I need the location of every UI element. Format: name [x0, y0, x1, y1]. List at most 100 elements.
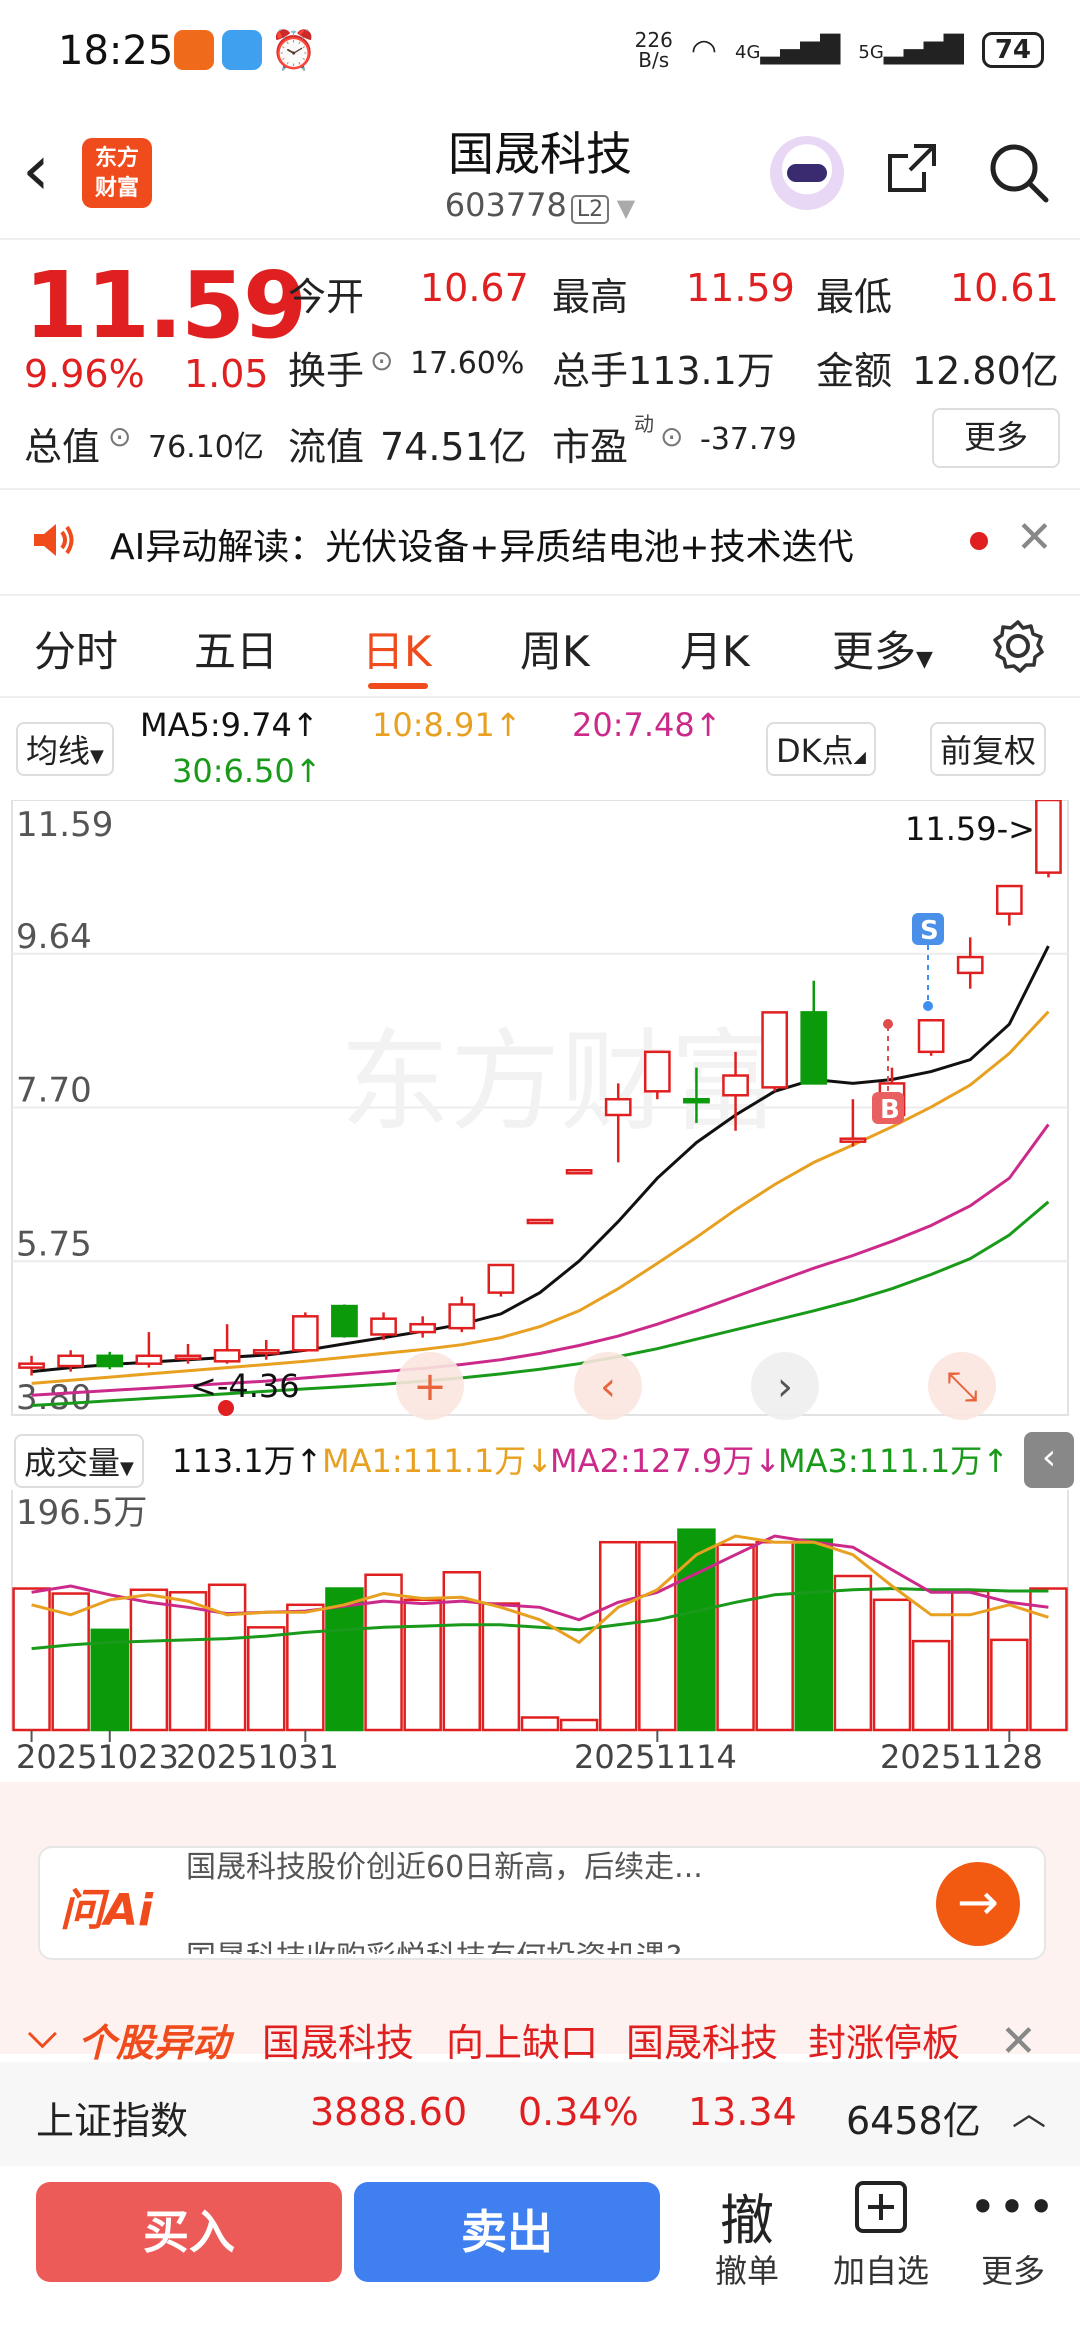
add-watchlist-label[interactable]: 加自选: [826, 2246, 936, 2292]
tab-intraday[interactable]: 分时: [34, 618, 118, 679]
candle-up: [839, 1137, 867, 1143]
total-cap-label: 总值: [24, 425, 101, 469]
status-time: 18:25: [58, 28, 174, 74]
pe-superscript: 动: [634, 412, 654, 436]
ma10-value: 10:8.91↑: [372, 706, 522, 744]
open-label: 今开: [288, 275, 365, 319]
volume-top-label: 196.5万: [16, 1493, 147, 1533]
collapse-panel-icon[interactable]: ‹: [1024, 1432, 1074, 1488]
signal-4g-icon: 4G▂▄▆█: [735, 35, 841, 65]
wifi-icon: ◠: [690, 32, 718, 68]
volume-bar-up: [129, 1588, 169, 1732]
vol-ma3-value: MA3:111.1万↑: [778, 1442, 1010, 1480]
candle-down: [331, 1304, 358, 1338]
expand-up-icon[interactable]: ︿: [1012, 2086, 1046, 2135]
tab-monthly-k[interactable]: 月K: [680, 618, 750, 679]
ma30-line: [31, 1200, 1050, 1407]
dk-point-button[interactable]: DK点◢: [766, 722, 876, 776]
search-icon[interactable]: [986, 140, 1050, 204]
signal-5g-icon: 5G▂▄▆█: [858, 35, 964, 65]
index-value: 3888.60: [310, 2090, 468, 2134]
candlestick-chart[interactable]: 11.59 9.64 7.70 5.75 3.80 东方财富 11.59-> <-4.36 S B…: [0, 800, 1080, 1440]
tab-more[interactable]: 更多▼: [832, 618, 933, 679]
ai-assistant-icon[interactable]: [770, 136, 844, 210]
ai-interpretation-banner[interactable]: AI异动解读：光伏设备+异质结电池+技术迭代: [0, 490, 1080, 590]
info-icon[interactable]: ⊙: [660, 420, 683, 453]
index-ticker-bar[interactable]: 上证指数 3888.60 0.34% 13.34 6458亿 ︿: [0, 2062, 1080, 2166]
add-watchlist-icon[interactable]: [826, 2180, 936, 2238]
candle-up: [1035, 800, 1062, 874]
movement-tag[interactable]: 封涨停板: [808, 2012, 960, 2067]
volume-bar-up: [638, 1540, 677, 1732]
buy-signal-dot: [883, 1019, 893, 1029]
active-tab-indicator: [368, 683, 428, 689]
candle-up: [213, 1349, 241, 1363]
ask-ai-questions[interactable]: 国晟科技股价创近60日新高，后续走... 国晟科技收购彩悦科技有何投资机遇?: [180, 1848, 920, 1954]
volume-selector[interactable]: 成交量▼: [14, 1434, 144, 1488]
sell-signal-dot: [923, 1001, 933, 1011]
status-bar: 18:25 ⏰ 226 B/s ◠ 4G▂▄▆█ 5G▂▄▆█ 74: [0, 0, 1080, 100]
total-cap-value: 76.10亿: [148, 430, 264, 465]
ask-question[interactable]: 国晟科技股价创近60日新高，后续走...: [186, 1848, 703, 1886]
watermark: 东方财富: [340, 1018, 780, 1146]
volume-bar-up: [598, 1540, 638, 1732]
tab-daily-k[interactable]: 日K: [362, 618, 432, 679]
open-value: 10.67: [420, 266, 529, 310]
ma5-value: MA5:9.74↑: [140, 706, 319, 744]
settings-gear-icon[interactable]: [990, 618, 1046, 674]
volume-bar-down: [794, 1538, 834, 1732]
ask-submit-arrow-icon[interactable]: →: [936, 1862, 1020, 1946]
close-icon[interactable]: ✕: [1016, 512, 1053, 563]
cancel-order-icon[interactable]: 撤: [692, 2176, 802, 2255]
forward-adjust-button[interactable]: 前复权: [930, 722, 1047, 776]
more-dots-icon[interactable]: •••: [958, 2180, 1068, 2234]
movement-stock[interactable]: 国晟科技: [262, 2012, 414, 2067]
change-amount: 1.05: [184, 352, 269, 396]
volume-bar-up: [520, 1716, 560, 1732]
sell-signal-text: S: [920, 916, 939, 946]
buy-button[interactable]: 买入: [36, 2182, 342, 2282]
candle-up: [252, 1349, 280, 1355]
pe-label: 市盈: [552, 425, 629, 469]
ask-question[interactable]: 国晟科技收购彩悦科技有何投资机遇?: [186, 1932, 682, 1954]
candle-up: [722, 1074, 749, 1097]
close-icon[interactable]: ✕: [1000, 2016, 1037, 2067]
stock-header: ‹ 东方财富 国晟科技 603778 L2 ▼: [0, 110, 1080, 240]
ma-selector[interactable]: 均线▼: [16, 722, 114, 776]
high-label: 最高: [552, 275, 629, 319]
info-icon[interactable]: ⊙: [370, 344, 393, 377]
share-icon[interactable]: [884, 140, 940, 196]
volume-bar-up: [481, 1602, 521, 1732]
max-price-marker: 11.59->: [905, 810, 1035, 848]
ma30-value: 30:6.50↑: [172, 752, 322, 790]
dropdown-icon: ▼: [916, 647, 933, 672]
quote-more-button[interactable]: 更多: [932, 408, 1060, 468]
cancel-order-label[interactable]: 撤单: [692, 2246, 802, 2292]
net-speed: 226 B/s: [634, 28, 673, 72]
movement-stock[interactable]: 国晟科技: [626, 2012, 778, 2067]
movement-collapse-icon[interactable]: ⌵: [28, 2012, 57, 2057]
more-label[interactable]: 更多: [958, 2246, 1068, 2292]
volume-bar-up: [716, 1543, 755, 1732]
volume-value: 113.1万↑: [172, 1442, 323, 1480]
pe-value: -37.79: [700, 422, 797, 457]
speaker-icon: [34, 524, 74, 556]
sell-button[interactable]: 卖出: [354, 2182, 660, 2282]
volume-bar-up: [911, 1639, 951, 1732]
candle-up: [761, 1011, 789, 1089]
candle-up: [956, 955, 984, 975]
float-cap-value: 74.51亿: [380, 425, 527, 469]
volume-value: 113.1万: [628, 349, 775, 393]
min-price-marker: <-4.36: [190, 1367, 300, 1405]
candle-up: [526, 1218, 554, 1225]
scroll-left-icon-glyph: ‹: [600, 1364, 616, 1410]
volume-bar-up: [207, 1583, 247, 1732]
y-tick-label: 3.80: [16, 1378, 92, 1418]
tab-five-day[interactable]: 五日: [194, 618, 278, 679]
movement-label: 个股异动: [78, 2021, 231, 2065]
info-icon[interactable]: ⊙: [108, 420, 131, 453]
tab-weekly-k[interactable]: 周K: [520, 618, 590, 679]
movement-tag[interactable]: 向上缺口: [446, 2012, 598, 2067]
last-price: 11.59: [24, 252, 307, 359]
index-name: 上证指数: [36, 2099, 189, 2143]
